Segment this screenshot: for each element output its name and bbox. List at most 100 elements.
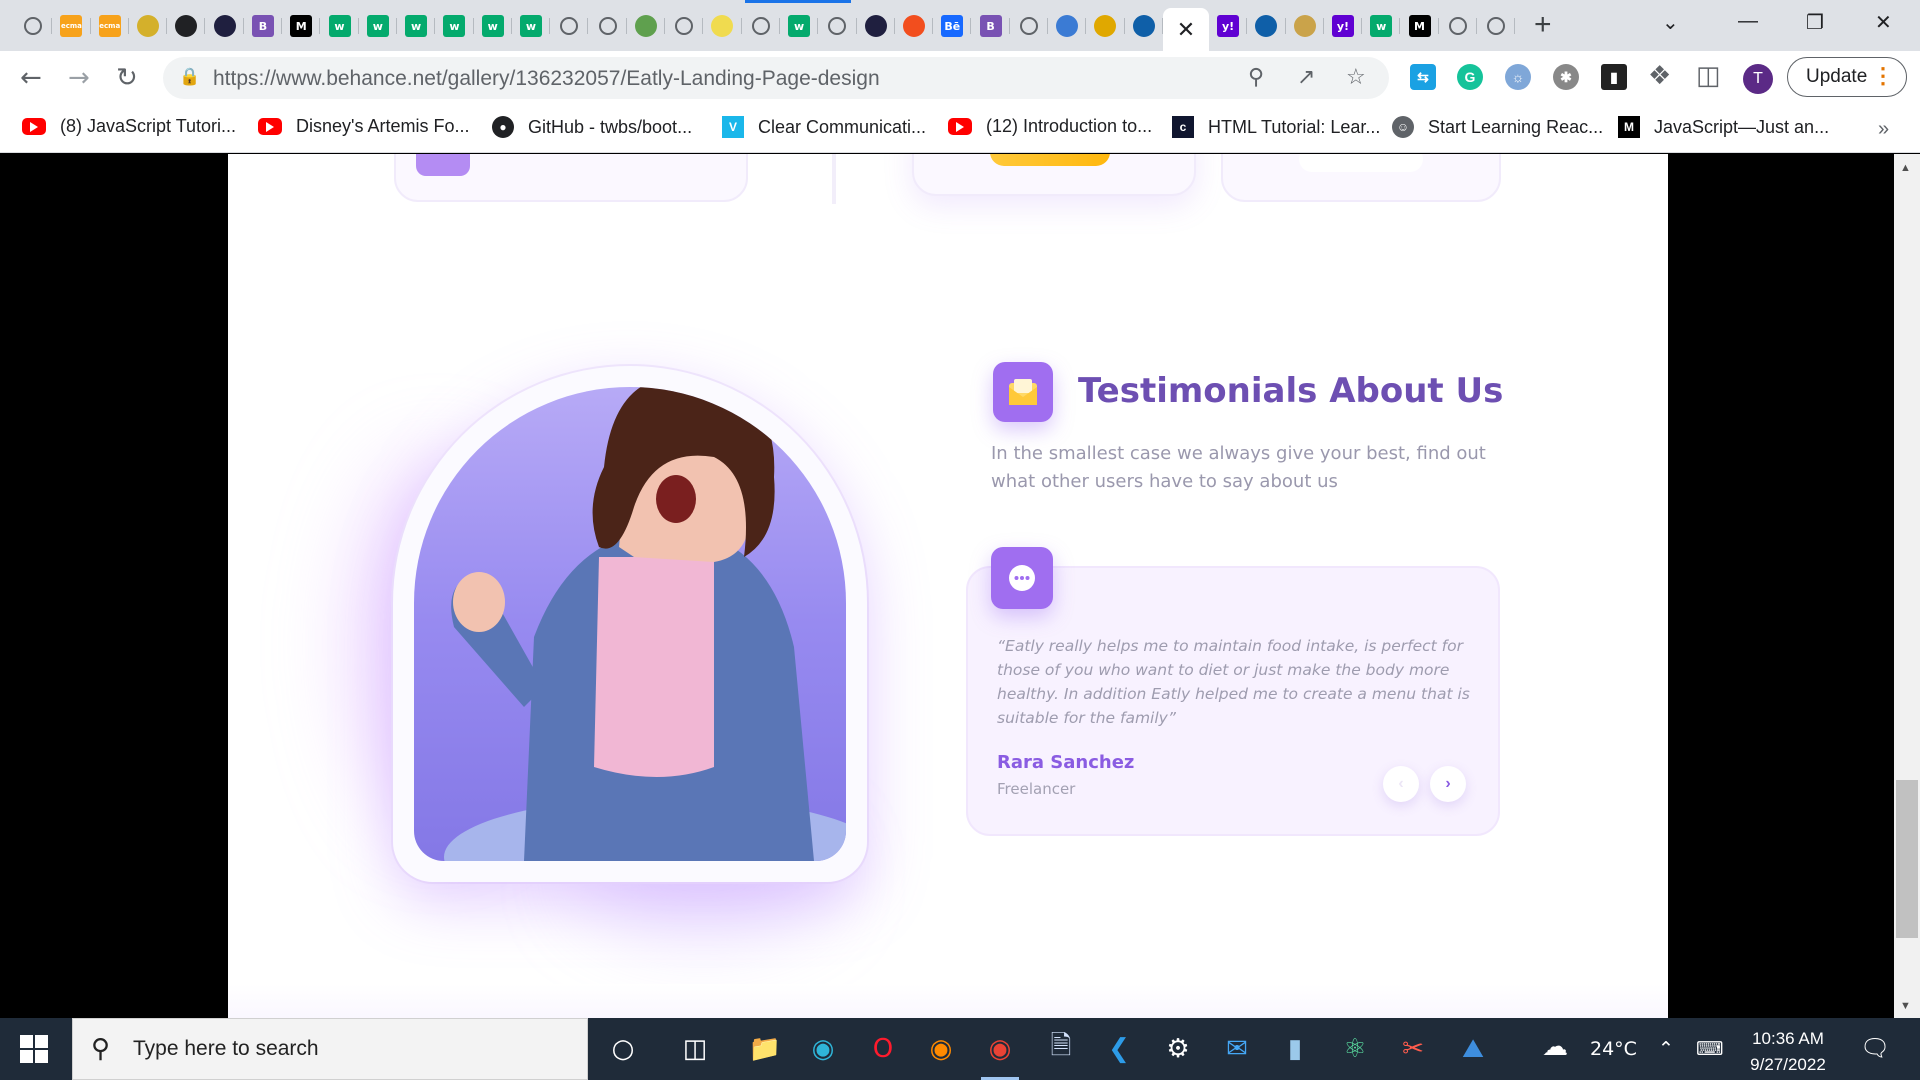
profile-avatar[interactable]: T <box>1743 64 1773 94</box>
tab[interactable]: B <box>971 8 1011 44</box>
globe-icon <box>828 17 847 35</box>
firefox-icon[interactable]: ◉ <box>922 1030 960 1068</box>
translate-extension-icon[interactable]: ⇆ <box>1410 64 1436 90</box>
tab[interactable] <box>550 8 589 44</box>
bookmark-item[interactable]: c HTML Tutorial: Lear... <box>1172 116 1380 138</box>
edge-icon[interactable]: ◉ <box>804 1030 842 1068</box>
share-icon[interactable]: ↗ <box>1297 65 1315 90</box>
extensions-puzzle-icon[interactable]: ❖ <box>1648 61 1671 91</box>
tab[interactable]: w <box>397 8 436 44</box>
tab[interactable]: ecma <box>52 8 91 44</box>
tab[interactable] <box>1477 8 1516 44</box>
settings-gear-icon[interactable]: ⚙ <box>1159 1030 1197 1068</box>
chrome-icon[interactable]: ◉ <box>981 1030 1019 1080</box>
tab[interactable]: y! <box>1324 8 1363 44</box>
bookmark-item[interactable]: Disney's Artemis Fo... <box>258 116 469 137</box>
tab[interactable] <box>1125 8 1164 44</box>
bookmark-item[interactable]: ☺ Start Learning Reac... <box>1392 116 1603 138</box>
weather-cloud-icon[interactable]: ☁ <box>1542 1032 1568 1062</box>
atom-icon[interactable]: ⚛ <box>1336 1030 1374 1068</box>
tab[interactable] <box>167 8 206 44</box>
tab[interactable] <box>703 8 742 44</box>
new-tab-button[interactable]: + <box>1534 10 1552 40</box>
tab[interactable] <box>818 8 857 44</box>
file-explorer-icon[interactable]: 📁 <box>746 1030 784 1068</box>
mail-icon[interactable]: ✉ <box>1218 1030 1256 1068</box>
tab[interactable] <box>1010 8 1049 44</box>
grammarly-extension-icon[interactable]: G <box>1457 64 1483 90</box>
tab[interactable] <box>1048 8 1087 44</box>
forward-icon[interactable]: → <box>68 63 90 93</box>
restore-button[interactable]: ❐ <box>1806 10 1824 35</box>
taskbar-search[interactable]: ⚲ Type here to search <box>72 1018 588 1080</box>
tab[interactable] <box>665 8 704 44</box>
update-button[interactable]: Update ⋮ <box>1787 57 1907 97</box>
tab[interactable]: w <box>474 8 513 44</box>
bookmark-star-icon[interactable]: ☆ <box>1346 65 1366 90</box>
tab[interactable]: w <box>1362 8 1401 44</box>
bookmark-item[interactable]: M JavaScript—Just an... <box>1618 116 1829 138</box>
photos-icon[interactable]: ⛰ <box>1454 1030 1492 1068</box>
tab-active[interactable]: ✕ <box>1162 8 1209 51</box>
vscode-icon[interactable]: ❮ <box>1100 1030 1138 1068</box>
bookmark-item[interactable]: ● GitHub - twbs/boot... <box>492 116 692 138</box>
bookmarks-overflow-icon[interactable]: » <box>1878 118 1889 141</box>
previous-testimonial-button[interactable]: ‹ <box>1383 766 1419 802</box>
scrollbar-thumb[interactable] <box>1896 780 1918 938</box>
task-view-icon[interactable]: ◫ <box>676 1030 714 1068</box>
back-icon[interactable]: ← <box>20 63 42 93</box>
tab[interactable]: y! <box>1209 8 1248 44</box>
zoom-icon[interactable]: ⚲ <box>1248 65 1264 90</box>
minimize-button[interactable]: — <box>1738 10 1758 33</box>
tab[interactable] <box>1439 8 1478 44</box>
tab-search-icon[interactable]: ⌄ <box>1662 10 1679 35</box>
tab[interactable]: w <box>435 8 474 44</box>
tab[interactable] <box>1086 8 1125 44</box>
analytics-extension-icon[interactable]: ▮ <box>1601 64 1627 90</box>
side-panel-icon[interactable]: ◫ <box>1696 61 1721 91</box>
tab[interactable]: B <box>244 8 283 44</box>
tray-chevron-icon[interactable]: ⌃ <box>1658 1038 1674 1060</box>
tab[interactable] <box>857 8 896 44</box>
tab[interactable] <box>205 8 245 44</box>
tab[interactable] <box>895 8 934 44</box>
cortana-icon[interactable]: ○ <box>604 1030 642 1068</box>
next-testimonial-button[interactable]: › <box>1430 766 1466 802</box>
bookmark-item[interactable]: V Clear Communicati... <box>722 116 926 138</box>
sticky-notes-icon[interactable]: ▮ <box>1276 1030 1314 1068</box>
tab[interactable]: ecma <box>91 8 130 44</box>
wave-extension-icon[interactable]: ☼ <box>1505 64 1531 90</box>
keyboard-icon[interactable]: ⌨ <box>1696 1038 1723 1060</box>
system-clock[interactable]: 10:36 AM 9/27/2022 <box>1740 1026 1836 1078</box>
address-bar[interactable]: 🔒 https://www.behance.net/gallery/136232… <box>163 57 1389 99</box>
bookmark-item[interactable]: (8) JavaScript Tutori... <box>22 116 236 137</box>
close-window-button[interactable]: ✕ <box>1875 10 1892 35</box>
tab[interactable]: w <box>780 8 819 44</box>
tab[interactable]: w <box>359 8 398 44</box>
tab[interactable]: w <box>512 8 551 44</box>
scroll-up-icon[interactable]: ▲ <box>1900 162 1911 174</box>
tab[interactable]: w <box>320 8 359 44</box>
notifications-icon[interactable]: 🗨 <box>1860 1034 1890 1062</box>
tab[interactable] <box>588 8 628 44</box>
document-icon[interactable]: 🗎 <box>1042 1030 1080 1068</box>
tab[interactable]: M <box>282 8 321 44</box>
start-button[interactable] <box>20 1035 48 1063</box>
tab[interactable] <box>627 8 666 44</box>
bookmark-item[interactable]: (12) Introduction to... <box>948 116 1152 137</box>
snipping-tool-icon[interactable]: ✂ <box>1394 1030 1432 1068</box>
tab[interactable]: Bē <box>933 8 972 44</box>
tab[interactable] <box>1286 8 1325 44</box>
tab[interactable] <box>14 8 53 44</box>
tab[interactable] <box>129 8 168 44</box>
scroll-down-icon[interactable]: ▼ <box>1900 1000 1911 1012</box>
temperature-label[interactable]: 24°C <box>1590 1038 1637 1060</box>
opera-icon[interactable]: O <box>864 1030 902 1068</box>
tab[interactable] <box>742 8 781 44</box>
bug-extension-icon[interactable]: ✱ <box>1553 64 1579 90</box>
reload-icon[interactable]: ↻ <box>116 63 138 93</box>
bootstrap-icon: B <box>979 15 1002 37</box>
tab[interactable] <box>1247 8 1286 44</box>
url-text[interactable]: https://www.behance.net/gallery/13623205… <box>213 67 880 91</box>
tab[interactable]: M <box>1400 8 1439 44</box>
